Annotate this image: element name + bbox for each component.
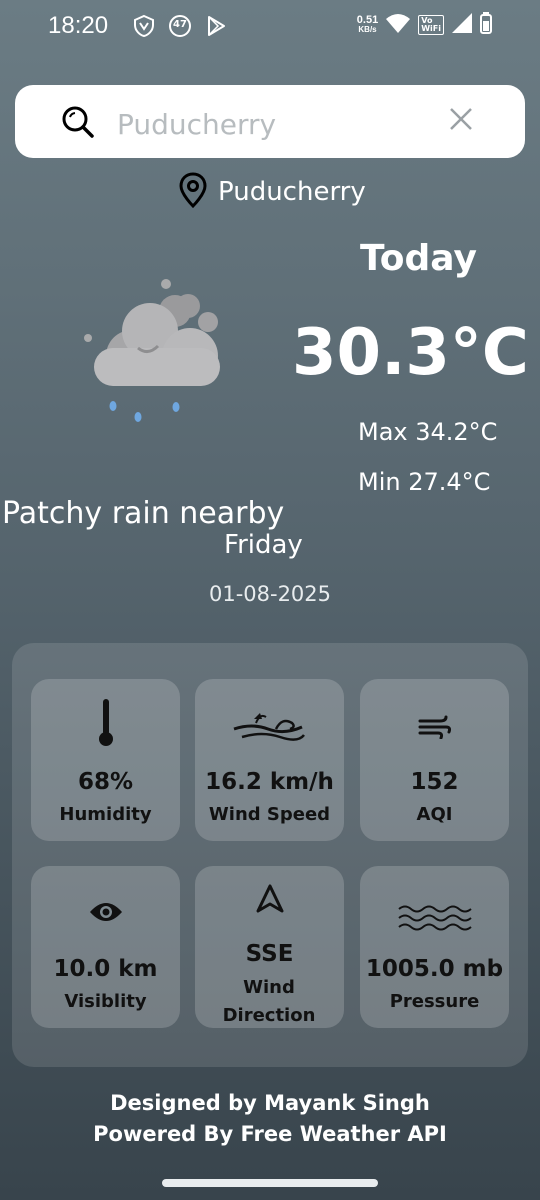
weather-condition: Patchy rain nearby xyxy=(2,496,285,531)
today-label: Today xyxy=(360,238,477,279)
wind-speed-value: 16.2 km/h xyxy=(205,769,334,795)
wind-direction-value: SSE xyxy=(245,941,294,967)
wind-direction-label: Wind Direction xyxy=(222,977,316,1026)
net-speed: 0.51 KB/s xyxy=(357,15,378,35)
humidity-label: Humidity xyxy=(59,804,152,825)
current-temperature: 30.3°C xyxy=(292,316,529,390)
footer-api: Powered By Free Weather API xyxy=(93,1122,447,1146)
battery-icon xyxy=(480,12,492,38)
status-notification-icons: 47 xyxy=(132,14,228,38)
weekday: Friday xyxy=(224,530,303,560)
location-pin-icon xyxy=(178,172,208,212)
pressure-value: 1005.0 mb xyxy=(365,956,504,982)
search-icon[interactable] xyxy=(61,105,95,139)
footer-credit: Designed by Mayank Singh xyxy=(110,1091,430,1115)
humidity-value: 68% xyxy=(77,769,134,795)
net-speed-value: 0.51 xyxy=(356,14,379,26)
weather-details-panel: 68% Humidity 16.2 km/h Wind Speed 152 AQ… xyxy=(12,643,528,1067)
aqi-value: 152 xyxy=(410,769,459,795)
thermometer-icon xyxy=(31,697,180,747)
visibility-value: 10.0 km xyxy=(53,956,158,982)
clear-search-icon[interactable] xyxy=(448,106,474,136)
status-time: 18:20 xyxy=(48,12,109,39)
wifi-icon xyxy=(386,13,411,37)
wind-direction-card: SSE Wind Direction xyxy=(195,866,344,1028)
status-system-icons: 0.51 KB/s Vo WiFi xyxy=(357,12,492,38)
current-location: Puducherry xyxy=(178,172,366,212)
footer: Designed by Mayank Singh Powered By Free… xyxy=(0,1088,540,1150)
notification-count-icon: 47 xyxy=(168,14,192,38)
air-quality-icon xyxy=(360,715,509,739)
waves-icon xyxy=(360,904,509,932)
visibility-card: 10.0 km Visiblity xyxy=(31,866,180,1028)
wind-speed-label: Wind Speed xyxy=(208,804,331,825)
max-temperature: Max 34.2°C xyxy=(358,418,498,446)
pressure-label: Pressure xyxy=(389,991,480,1012)
min-temperature: Min 27.4°C xyxy=(358,468,491,496)
search-input[interactable] xyxy=(115,103,439,145)
aqi-label: AQI xyxy=(416,804,453,825)
aqi-card: 152 AQI xyxy=(360,679,509,841)
net-speed-unit: KB/s xyxy=(358,25,377,34)
rain-cloud-icon xyxy=(80,276,230,426)
wind-speed-card: 16.2 km/h Wind Speed xyxy=(195,679,344,841)
navigation-arrow-icon xyxy=(195,884,344,914)
vowifi-icon: Vo WiFi xyxy=(418,15,444,35)
cell-signal-icon xyxy=(452,13,472,37)
humidity-card: 68% Humidity xyxy=(31,679,180,841)
notification-count: 47 xyxy=(173,19,187,30)
play-store-icon xyxy=(204,14,228,38)
date: 01-08-2025 xyxy=(208,582,332,606)
wind-icon xyxy=(195,709,344,743)
eye-icon xyxy=(31,900,180,924)
visibility-label: Visiblity xyxy=(64,991,147,1012)
location-name: Puducherry xyxy=(218,177,366,207)
pressure-card: 1005.0 mb Pressure xyxy=(360,866,509,1028)
home-indicator[interactable] xyxy=(162,1179,378,1187)
vowifi-line2: WiFi xyxy=(421,24,441,33)
status-bar: 18:20 47 0.51 KB/s Vo WiFi xyxy=(0,0,540,52)
vpn-shield-icon xyxy=(132,14,156,38)
